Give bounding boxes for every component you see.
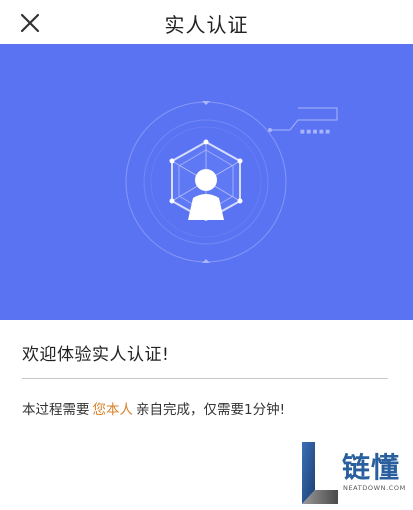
instruction-suffix: 亲自完成，仅需要1分钟! xyxy=(136,402,286,418)
l-logo-icon xyxy=(302,442,338,504)
divider xyxy=(22,378,388,379)
instruction-text: 本过程需要 您本人 亲自完成，仅需要1分钟! xyxy=(22,398,285,418)
close-icon xyxy=(20,13,40,33)
watermark-logo: 链懂 NEATDOWN.COM xyxy=(298,440,413,508)
header-bar: 实人认证 xyxy=(0,0,413,44)
hero-banner: ■ ■ ■ ■ ■ xyxy=(0,44,413,320)
watermark-cn: 链懂 xyxy=(342,451,401,484)
close-button[interactable] xyxy=(14,8,46,38)
page-title: 实人认证 xyxy=(164,13,249,37)
page: 实人认证 ■ ■ ■ ■ ■ 欢迎体验实人认证! 本过程需要 您本人 亲自完成，… xyxy=(0,0,413,510)
person-icon-head xyxy=(195,169,217,191)
svg-text:■ ■ ■ ■ ■: ■ ■ ■ ■ ■ xyxy=(300,129,330,135)
watermark-en: NEATDOWN.COM xyxy=(343,484,406,492)
welcome-heading: 欢迎体验实人认证! xyxy=(22,345,170,365)
instruction-highlight: 您本人 xyxy=(92,402,134,418)
instruction-prefix: 本过程需要 xyxy=(22,402,90,418)
face-verification-illustration: ■ ■ ■ ■ ■ xyxy=(0,44,413,320)
